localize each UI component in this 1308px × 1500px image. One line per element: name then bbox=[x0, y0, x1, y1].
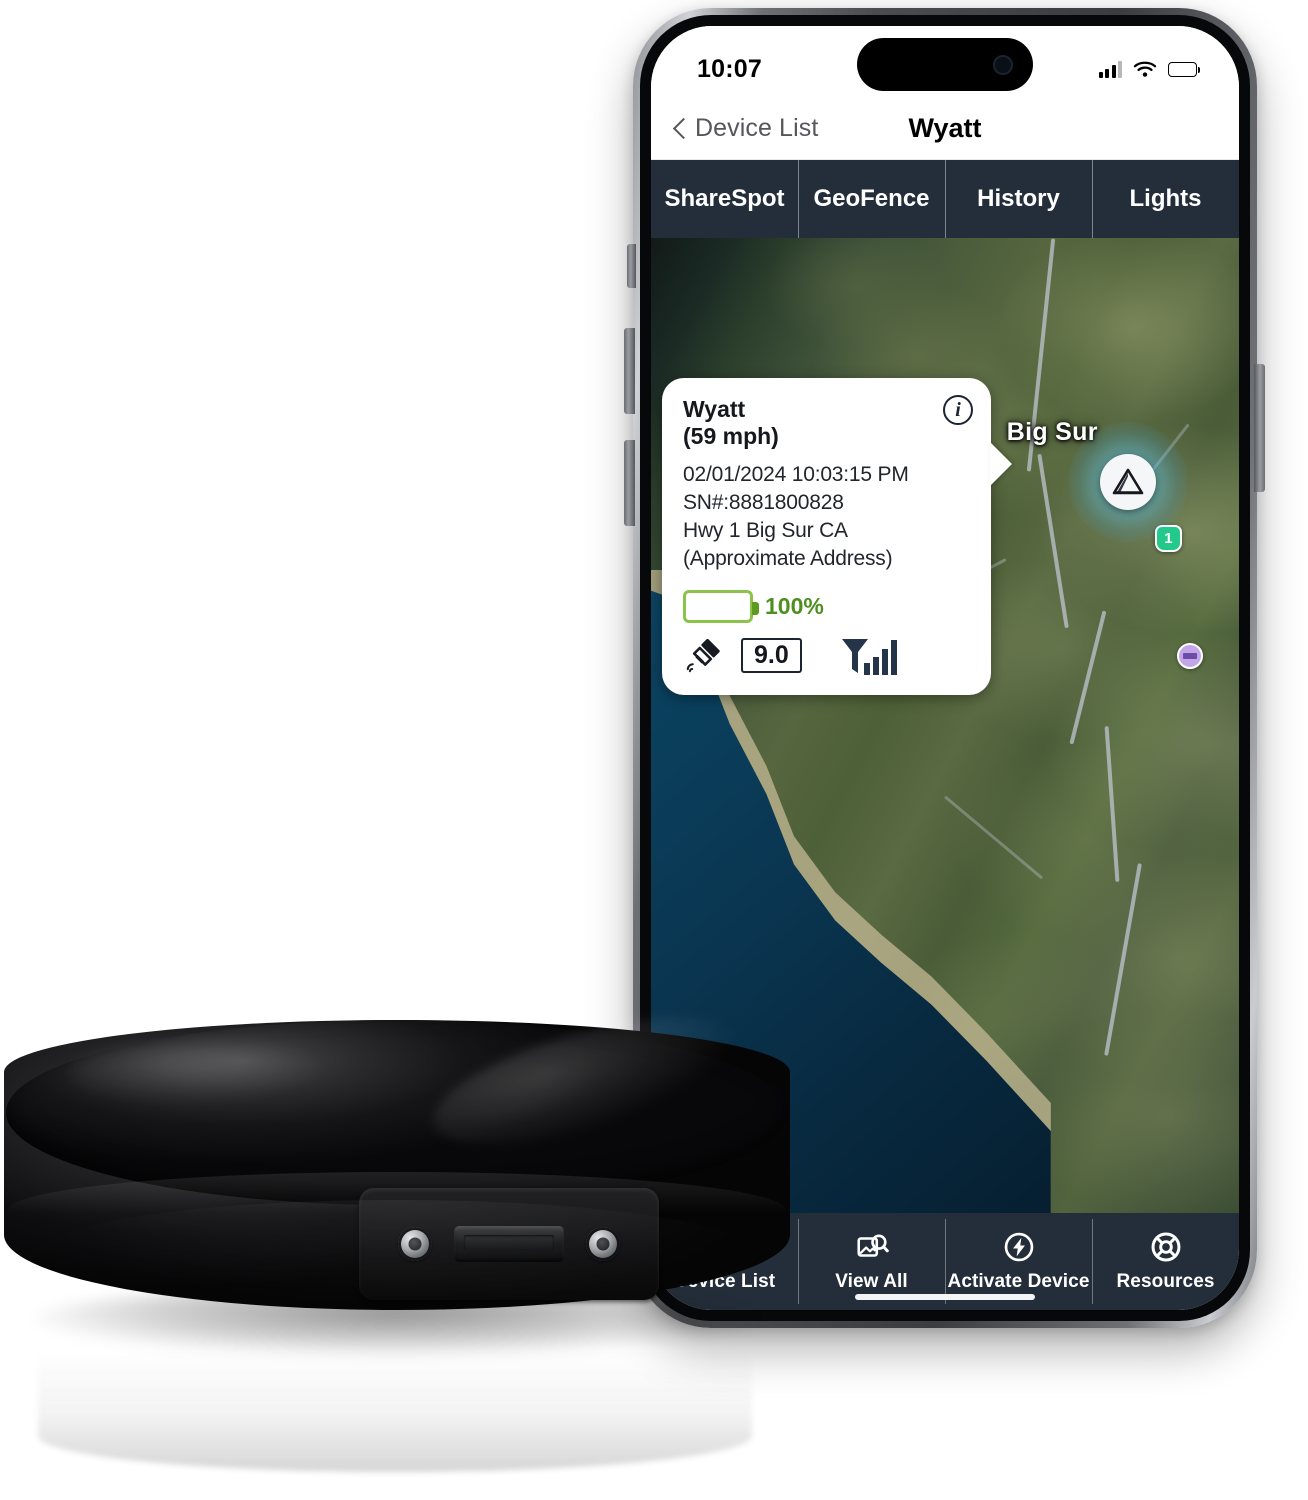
callout-battery-row: 100% bbox=[683, 589, 971, 623]
tab-geofence[interactable]: GeoFence bbox=[798, 160, 945, 238]
callout-address-line1: Hwy 1 Big Sur CA bbox=[683, 519, 848, 543]
battery-icon bbox=[1168, 61, 1201, 77]
back-button-label: Device List bbox=[695, 114, 819, 142]
bottom-nav-label: Resources bbox=[1116, 1271, 1215, 1292]
screw-icon bbox=[586, 1227, 620, 1261]
lightning-bolt-circle-icon bbox=[1004, 1232, 1033, 1262]
map-place-label: Big Sur bbox=[1006, 418, 1098, 447]
home-indicator bbox=[855, 1294, 1035, 1300]
dynamic-island bbox=[857, 38, 1033, 91]
vehicle-arrow-icon bbox=[1112, 469, 1143, 495]
tracker-top-dome bbox=[6, 991, 788, 1205]
bottom-nav-item-resources[interactable]: Resources bbox=[1092, 1213, 1239, 1310]
tracker-body bbox=[4, 991, 790, 1310]
callout-device-speed: (59 mph) bbox=[683, 423, 779, 450]
tab-bar: ShareSpot GeoFence History Lights bbox=[651, 160, 1239, 238]
status-bar: 10:07 bbox=[651, 26, 1239, 98]
chevron-left-icon bbox=[673, 118, 686, 140]
tracker-port-plate bbox=[359, 1188, 659, 1300]
bottom-nav-label: Activate Device bbox=[947, 1271, 1090, 1292]
poi-marker-icon[interactable] bbox=[1177, 642, 1204, 669]
front-camera-icon bbox=[993, 54, 1013, 75]
battery-percent-label: 100% bbox=[765, 592, 824, 619]
callout-timestamp: 02/01/2024 10:03:15 PM bbox=[683, 463, 909, 487]
power-button[interactable] bbox=[1254, 364, 1265, 492]
wifi-icon bbox=[1133, 61, 1157, 77]
vehicle-location-marker[interactable] bbox=[1067, 422, 1188, 543]
screenshot-stage: Device List View All Activate Devic bbox=[0, 0, 1308, 1500]
status-time: 10:07 bbox=[697, 54, 762, 83]
device-info-callout: i Wyatt (59 mph) 02/01/2024 10:03:15 PM … bbox=[662, 378, 1012, 695]
tab-history[interactable]: History bbox=[945, 160, 1092, 238]
callout-meter-row: 9.0 bbox=[683, 637, 971, 675]
tab-lights[interactable]: Lights bbox=[1092, 160, 1239, 238]
tracker-highlight-secondary bbox=[68, 1042, 335, 1106]
status-icons bbox=[1098, 60, 1201, 78]
back-button[interactable]: Device List bbox=[673, 114, 818, 143]
app-nav-bar: Device List Wyatt bbox=[651, 98, 1239, 160]
marker-disc bbox=[1099, 454, 1156, 511]
satellite-icon bbox=[686, 638, 720, 673]
cellular-signal-icon bbox=[1098, 60, 1122, 78]
callout-serial-number: SN#:8881800828 bbox=[683, 491, 844, 515]
micro-usb-port bbox=[454, 1226, 564, 1262]
lifebuoy-icon bbox=[1151, 1232, 1180, 1262]
tracker-highlight bbox=[421, 991, 749, 1171]
signal-bars-icon bbox=[841, 638, 897, 675]
battery-icon bbox=[683, 589, 759, 623]
image-search-icon bbox=[856, 1234, 889, 1257]
callout-address-line2: (Approximate Address) bbox=[683, 547, 893, 571]
screw-icon bbox=[398, 1227, 432, 1261]
highway-shield-marker[interactable]: 1 bbox=[1154, 524, 1182, 552]
silent-switch-button[interactable] bbox=[627, 244, 636, 288]
gps-tracker-device bbox=[4, 968, 790, 1472]
volume-down-button[interactable] bbox=[624, 440, 635, 526]
callout-device-name: Wyatt bbox=[683, 396, 746, 422]
tab-sharespot[interactable]: ShareSpot bbox=[651, 160, 798, 238]
volume-up-button[interactable] bbox=[624, 328, 635, 414]
bottom-nav-label: View All bbox=[835, 1271, 908, 1292]
callout-tail bbox=[990, 442, 1012, 486]
tracker-reflection bbox=[38, 1322, 752, 1472]
gps-accuracy-value: 9.0 bbox=[741, 638, 802, 674]
info-icon[interactable]: i bbox=[943, 395, 973, 425]
